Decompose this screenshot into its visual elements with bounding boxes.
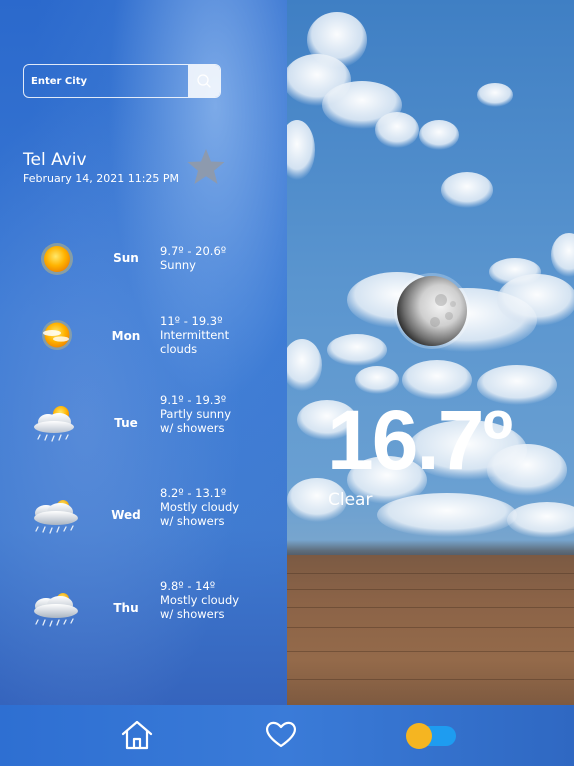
heart-icon: [266, 721, 296, 748]
theme-toggle[interactable]: [404, 722, 458, 754]
current-temperature: 16.7º: [327, 393, 513, 487]
favorite-star-button[interactable]: [186, 148, 226, 190]
home-icon: [121, 720, 153, 750]
intermittent-clouds-icon: [28, 310, 86, 358]
moon-icon: [394, 273, 470, 349]
toggle-icon: [406, 723, 456, 749]
forecast-range: 9.1º - 19.3º: [160, 393, 227, 407]
forecast-day: Sun: [113, 251, 139, 265]
sunny-icon: [28, 234, 86, 282]
forecast-range: 11º - 19.3º: [160, 314, 223, 328]
favorites-button[interactable]: [264, 719, 298, 753]
forecast-range: 8.2º - 13.1º: [160, 486, 227, 500]
forecast-day: Wed: [111, 508, 141, 522]
left-panel: Tel Aviv February 14, 2021 11:25 PM Sun: [0, 0, 287, 705]
search-input[interactable]: [24, 65, 190, 97]
current-weather-panel: 16.7º Clear: [287, 0, 574, 705]
forecast-description: Partly sunny w/ showers: [160, 407, 232, 435]
bottom-nav: [0, 705, 574, 766]
forecast-range: 9.8º - 14º: [160, 579, 216, 593]
mostly-cloudy-showers-icon: [28, 491, 86, 539]
field-background: [287, 555, 574, 705]
forecast-row-tue: Tue 9.1º - 19.3º Partly sunny w/ showers: [0, 392, 287, 452]
forecast-row-mon: Mon 11º - 19.3º Intermittent clouds: [0, 308, 287, 368]
search-box: [23, 64, 221, 98]
forecast-range: 9.7º - 20.6º: [160, 244, 227, 258]
forecast-description: Mostly cloudy w/ showers: [160, 593, 240, 621]
search-icon: [197, 74, 211, 88]
home-button[interactable]: [120, 719, 154, 755]
forecast-row-wed: Wed 8.2º - 13.1º Mostly cloudy w/ shower…: [0, 485, 287, 545]
current-condition: Clear: [328, 490, 373, 510]
forecast-row-sun: Sun 9.7º - 20.6º Sunny: [0, 230, 287, 290]
partly-sunny-showers-icon: [28, 398, 86, 446]
city-name: Tel Aviv: [23, 150, 87, 170]
star-icon: [187, 149, 225, 184]
search-button[interactable]: [188, 65, 220, 97]
forecast-day: Tue: [114, 416, 138, 430]
forecast-row-thu: Thu 9.8º - 14º Mostly cloudy w/ showers: [0, 578, 287, 638]
forecast-description: Intermittent clouds: [160, 328, 230, 356]
mostly-cloudy-showers-icon: [28, 584, 86, 632]
forecast-day: Thu: [113, 601, 139, 615]
forecast-description: Sunny: [160, 258, 196, 272]
forecast-day: Mon: [111, 329, 141, 343]
city-datetime: February 14, 2021 11:25 PM: [23, 172, 180, 185]
forecast-description: Mostly cloudy w/ showers: [160, 500, 240, 528]
